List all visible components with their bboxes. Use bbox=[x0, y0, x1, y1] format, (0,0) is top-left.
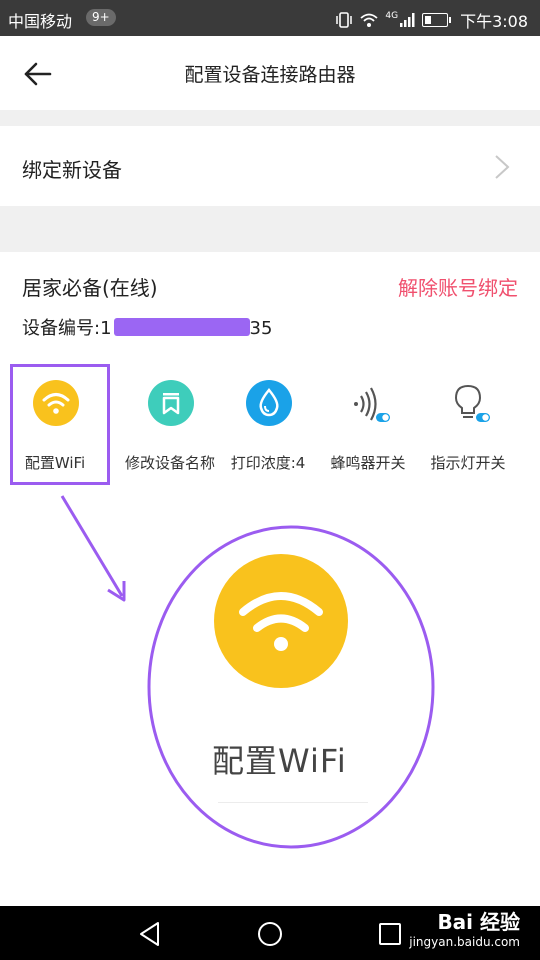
bind-new-device-row[interactable]: 绑定新设备 bbox=[0, 126, 540, 206]
action-buzzer-toggle[interactable]: 蜂鸣器开关 bbox=[316, 364, 420, 484]
action-indicator-toggle[interactable]: 指示灯开关 bbox=[416, 364, 520, 484]
status-icons: 4G 下午3:08 bbox=[335, 8, 528, 32]
device-id-suffix: 35 bbox=[249, 318, 273, 339]
watermark-url: jingyan.baidu.com bbox=[409, 935, 520, 949]
nav-recents-icon[interactable] bbox=[376, 920, 404, 948]
water-drop-icon bbox=[246, 380, 292, 426]
action-label: 打印浓度:4 bbox=[230, 454, 306, 472]
bulb-icon bbox=[454, 384, 490, 422]
unbind-account-link[interactable]: 解除账号绑定 bbox=[398, 272, 518, 301]
bookmark-icon bbox=[148, 380, 194, 426]
action-print-density[interactable]: 打印浓度:4 bbox=[216, 364, 320, 484]
nav-home-icon[interactable] bbox=[256, 920, 284, 948]
bind-new-device-label: 绑定新设备 bbox=[22, 158, 122, 182]
action-rename-device[interactable]: 修改设备名称 bbox=[118, 364, 222, 484]
zoom-callout-label: 配置WiFi bbox=[212, 742, 347, 780]
device-id: 设备编号:1 35 bbox=[22, 314, 272, 340]
carrier-name: 中国移动 bbox=[8, 12, 73, 31]
vibrate-icon bbox=[336, 12, 353, 28]
watermark-brand: Bai 经验 bbox=[437, 910, 520, 934]
wifi-status-icon bbox=[360, 13, 378, 27]
highlight-box bbox=[10, 364, 110, 485]
action-label: 指示灯开关 bbox=[430, 454, 506, 472]
page-title: 配置设备连接路由器 bbox=[184, 64, 356, 86]
clock: 下午3:08 bbox=[460, 12, 528, 31]
action-label: 蜂鸣器开关 bbox=[330, 454, 406, 472]
zoom-divider bbox=[218, 802, 368, 803]
chevron-right-icon bbox=[495, 155, 510, 179]
nav-back-icon[interactable] bbox=[136, 920, 164, 948]
signal-icon bbox=[400, 13, 415, 27]
network-type: 4G bbox=[385, 11, 399, 21]
section-divider bbox=[0, 110, 540, 126]
app-header: 配置设备连接路由器 bbox=[0, 36, 540, 110]
status-bar: 中国移动 9+ 4G 下午3:08 bbox=[0, 0, 540, 36]
device-panel: 居家必备(在线) 解除账号绑定 设备编号:1 35 配置WiFi 修改设备名称 bbox=[0, 252, 540, 906]
device-id-label: 设备编号:1 bbox=[22, 318, 112, 339]
redaction-bar bbox=[113, 318, 250, 336]
notification-badge: 9+ bbox=[86, 9, 116, 26]
sound-icon bbox=[354, 387, 390, 422]
device-name: 居家必备(在线) bbox=[22, 276, 158, 300]
section-divider bbox=[0, 206, 540, 252]
battery-icon bbox=[422, 13, 452, 27]
watermark: Bai 经验 jingyan.baidu.com bbox=[409, 906, 520, 949]
